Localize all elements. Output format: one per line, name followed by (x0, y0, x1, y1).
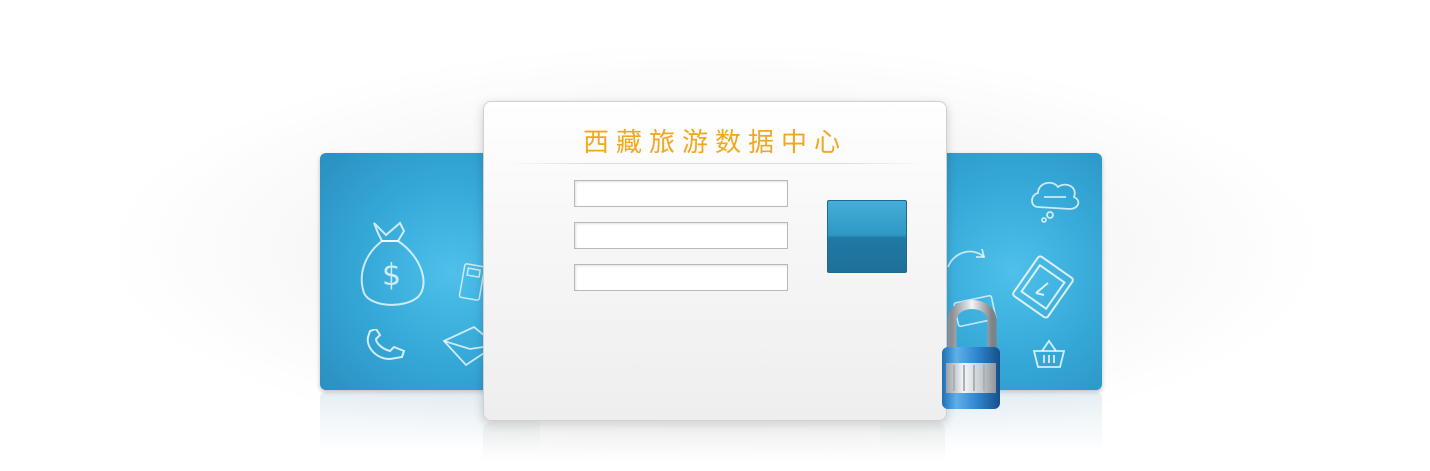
password-input[interactable] (574, 222, 788, 249)
card-reflection (483, 422, 945, 462)
username-input[interactable] (574, 180, 788, 207)
page-title: 西藏旅游数据中心 (582, 128, 847, 158)
phone-icon (362, 329, 410, 363)
login-card: 西藏旅游数据中心 (483, 101, 947, 421)
title-divider (504, 163, 926, 164)
tablet-icon (1008, 253, 1078, 323)
chat-cloud-icon (1028, 177, 1082, 223)
basket-icon (1030, 337, 1068, 371)
login-button[interactable] (827, 200, 907, 273)
padlock-icon (938, 295, 1008, 419)
calculator-icon (458, 261, 486, 305)
captcha-input[interactable] (574, 264, 788, 291)
svg-text:$: $ (382, 258, 401, 293)
money-bag-icon: $ (352, 215, 434, 311)
arrow-icon (944, 243, 990, 273)
